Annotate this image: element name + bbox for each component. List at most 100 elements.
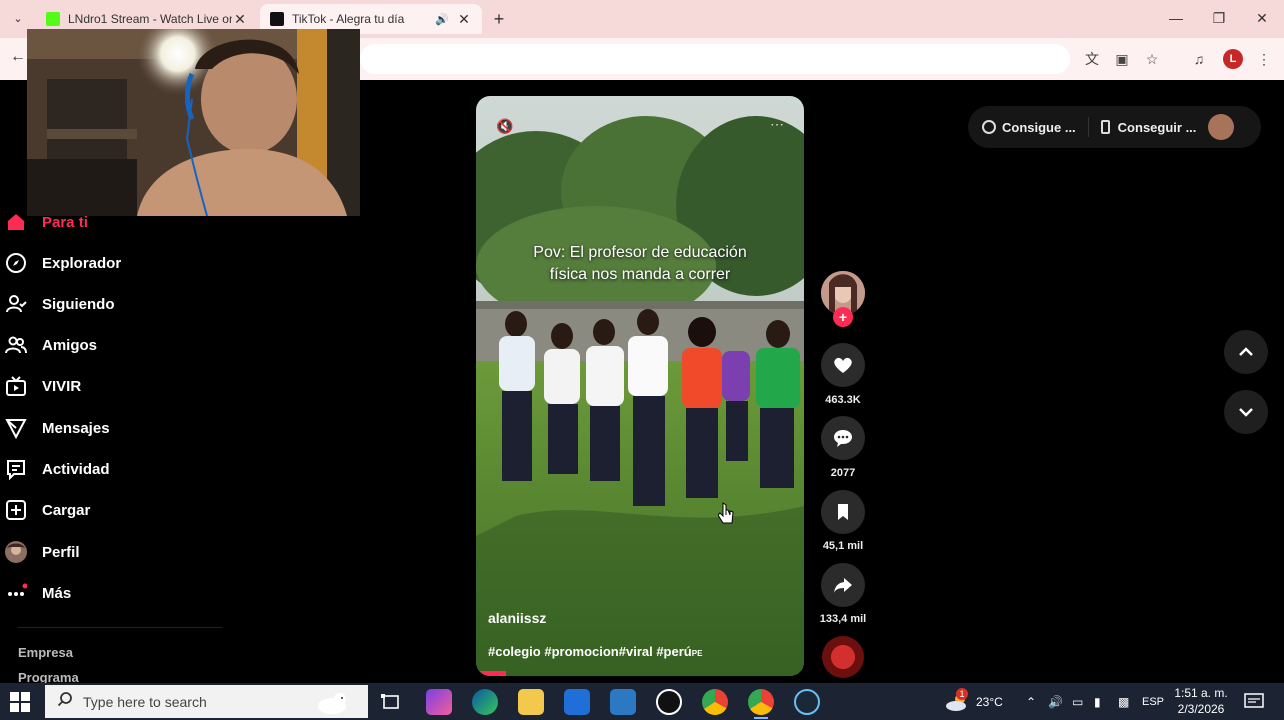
get-app-separator bbox=[1087, 117, 1089, 137]
get-app-label: Conseguir ... bbox=[1117, 119, 1197, 135]
tray-overflow-icon[interactable]: ⌃ bbox=[1026, 683, 1036, 720]
music-disc-icon[interactable] bbox=[822, 636, 864, 678]
sidebar-item-label: Actividad bbox=[42, 460, 110, 478]
weather-cloud-icon: 1 bbox=[944, 687, 970, 712]
system-clock[interactable]: 1:51 a. m. 2/3/2026 bbox=[1168, 685, 1234, 717]
sidebar-item-siguiendo[interactable]: Siguiendo bbox=[4, 289, 115, 319]
mouse-cursor-icon bbox=[717, 502, 734, 529]
tiktok-favicon-icon bbox=[270, 12, 284, 26]
chevron-down-icon bbox=[1239, 408, 1253, 417]
input-language[interactable]: ESP bbox=[1142, 683, 1164, 720]
chrome-icon[interactable] bbox=[702, 689, 728, 715]
home-icon bbox=[4, 210, 28, 234]
get-coins-button[interactable]: Consigue ... bbox=[982, 120, 1076, 135]
footer-link-empresa[interactable]: Empresa bbox=[18, 645, 73, 660]
clock-date: 2/3/2026 bbox=[1177, 702, 1225, 716]
tab-title: LNdro1 Stream - Watch Live on bbox=[68, 12, 232, 26]
file-explorer-icon[interactable] bbox=[518, 689, 544, 715]
notifications-icon[interactable] bbox=[1244, 683, 1264, 720]
chrome-active-icon[interactable] bbox=[748, 689, 774, 719]
address-bar[interactable] bbox=[360, 44, 1070, 74]
comment-button[interactable] bbox=[821, 416, 865, 460]
previous-video-button[interactable] bbox=[1224, 330, 1268, 374]
follow-plus-button[interactable]: + bbox=[833, 307, 853, 327]
coin-icon bbox=[982, 120, 996, 134]
share-button[interactable] bbox=[821, 563, 865, 607]
get-app-bar: Consigue ... Conseguir ... bbox=[968, 106, 1261, 148]
video-caption-line2: física nos manda a correr bbox=[549, 266, 731, 283]
close-tab-icon[interactable]: ✕ bbox=[456, 11, 472, 28]
chrome-menu-icon[interactable]: ⋮ bbox=[1254, 49, 1274, 69]
sidebar-item-label: Más bbox=[42, 584, 72, 602]
sidebar-item-vivir[interactable]: VIVIR bbox=[4, 371, 81, 401]
video-hashtags[interactable]: #colegio #promocion#viral #perúPE bbox=[488, 644, 702, 659]
install-app-icon[interactable]: ▣ bbox=[1112, 49, 1132, 69]
close-window-button[interactable]: ✕ bbox=[1247, 6, 1277, 30]
wifi-icon[interactable]: ▩ bbox=[1118, 683, 1129, 720]
copilot-icon[interactable] bbox=[426, 689, 452, 715]
sidebar-item-explorador[interactable]: Explorador bbox=[4, 248, 121, 278]
volume-icon[interactable]: 🔊 bbox=[1048, 683, 1063, 720]
profile-avatar-icon bbox=[4, 540, 28, 564]
video-more-icon[interactable]: ⋯ bbox=[770, 116, 784, 133]
sidebar-item-amigos[interactable]: Amigos bbox=[4, 330, 97, 360]
sidebar-item-label: Mensajes bbox=[42, 419, 110, 437]
heart-icon bbox=[834, 357, 852, 373]
edge-browser-icon[interactable] bbox=[472, 689, 498, 715]
tab-search-chevron-icon[interactable]: ⌄ bbox=[8, 8, 28, 28]
get-app-button[interactable]: Conseguir ... bbox=[1100, 119, 1197, 135]
comment-count: 2077 bbox=[830, 467, 856, 479]
chevron-up-icon bbox=[1239, 347, 1253, 356]
meet-now-icon[interactable]: ▭ bbox=[1072, 683, 1083, 720]
sidebar-item-label: Para ti bbox=[42, 213, 88, 231]
taskbar-search-box[interactable]: Type here to search bbox=[45, 685, 368, 718]
share-count: 133,4 mil bbox=[819, 613, 867, 625]
next-video-button[interactable] bbox=[1224, 390, 1268, 434]
friends-icon bbox=[4, 333, 28, 357]
weather-widget[interactable]: 1 23°C bbox=[944, 683, 1003, 720]
sidebar-item-perfil[interactable]: Perfil bbox=[4, 537, 80, 567]
task-view-icon[interactable] bbox=[378, 689, 404, 715]
microsoft-store-icon[interactable] bbox=[564, 689, 590, 715]
bookmark-star-icon[interactable]: ☆ bbox=[1142, 49, 1162, 69]
minimize-window-button[interactable]: — bbox=[1161, 6, 1191, 30]
steam-icon[interactable] bbox=[794, 689, 820, 715]
hashtags-suffix: PE bbox=[691, 649, 703, 658]
sidebar-item-actividad[interactable]: Actividad bbox=[4, 454, 110, 484]
account-avatar[interactable] bbox=[1208, 114, 1235, 140]
search-icon bbox=[57, 691, 73, 712]
back-arrow-icon[interactable]: ← bbox=[10, 48, 26, 66]
share-arrow-icon bbox=[834, 578, 852, 593]
new-tab-button[interactable]: + bbox=[488, 8, 510, 30]
activity-icon bbox=[4, 457, 28, 481]
search-placeholder: Type here to search bbox=[83, 693, 207, 710]
tab-title: TikTok - Alegra tu día bbox=[292, 12, 405, 26]
tab-audio-icon[interactable]: 🔊 bbox=[434, 13, 450, 26]
translate-icon[interactable]: 文 bbox=[1082, 49, 1102, 69]
video-author[interactable]: alaniissz bbox=[488, 610, 546, 626]
send-icon bbox=[4, 416, 28, 440]
sidebar-item-mensajes[interactable]: Mensajes bbox=[4, 413, 110, 443]
battery-icon[interactable]: ▮ bbox=[1094, 683, 1101, 720]
upload-plus-icon bbox=[4, 498, 28, 522]
video-player[interactable]: 🔇 ⋯ Pov: El profesor de educación física… bbox=[476, 96, 804, 676]
sidebar-item-label: Siguiendo bbox=[42, 295, 115, 313]
sidebar-item-cargar[interactable]: Cargar bbox=[4, 495, 90, 525]
outlook-icon[interactable] bbox=[610, 689, 636, 715]
webcam-overlay bbox=[27, 29, 360, 216]
close-tab-icon[interactable]: ✕ bbox=[232, 11, 248, 28]
video-muted-icon[interactable]: 🔇 bbox=[496, 118, 513, 135]
save-button[interactable] bbox=[821, 490, 865, 534]
like-button[interactable] bbox=[821, 343, 865, 387]
windows-start-icon[interactable] bbox=[10, 692, 30, 712]
more-dots-icon bbox=[4, 581, 28, 605]
hashtags-text: #colegio #promocion#viral #perú bbox=[488, 644, 692, 659]
following-icon bbox=[4, 292, 28, 316]
obs-studio-icon[interactable] bbox=[656, 689, 682, 715]
live-tv-icon bbox=[4, 374, 28, 398]
like-count: 463.3K bbox=[825, 394, 861, 406]
media-controls-icon[interactable]: ♫ bbox=[1189, 49, 1209, 69]
profile-avatar[interactable]: L bbox=[1223, 49, 1243, 69]
restore-window-button[interactable]: ❐ bbox=[1204, 6, 1234, 30]
sidebar-item-mas[interactable]: Más bbox=[4, 578, 71, 608]
